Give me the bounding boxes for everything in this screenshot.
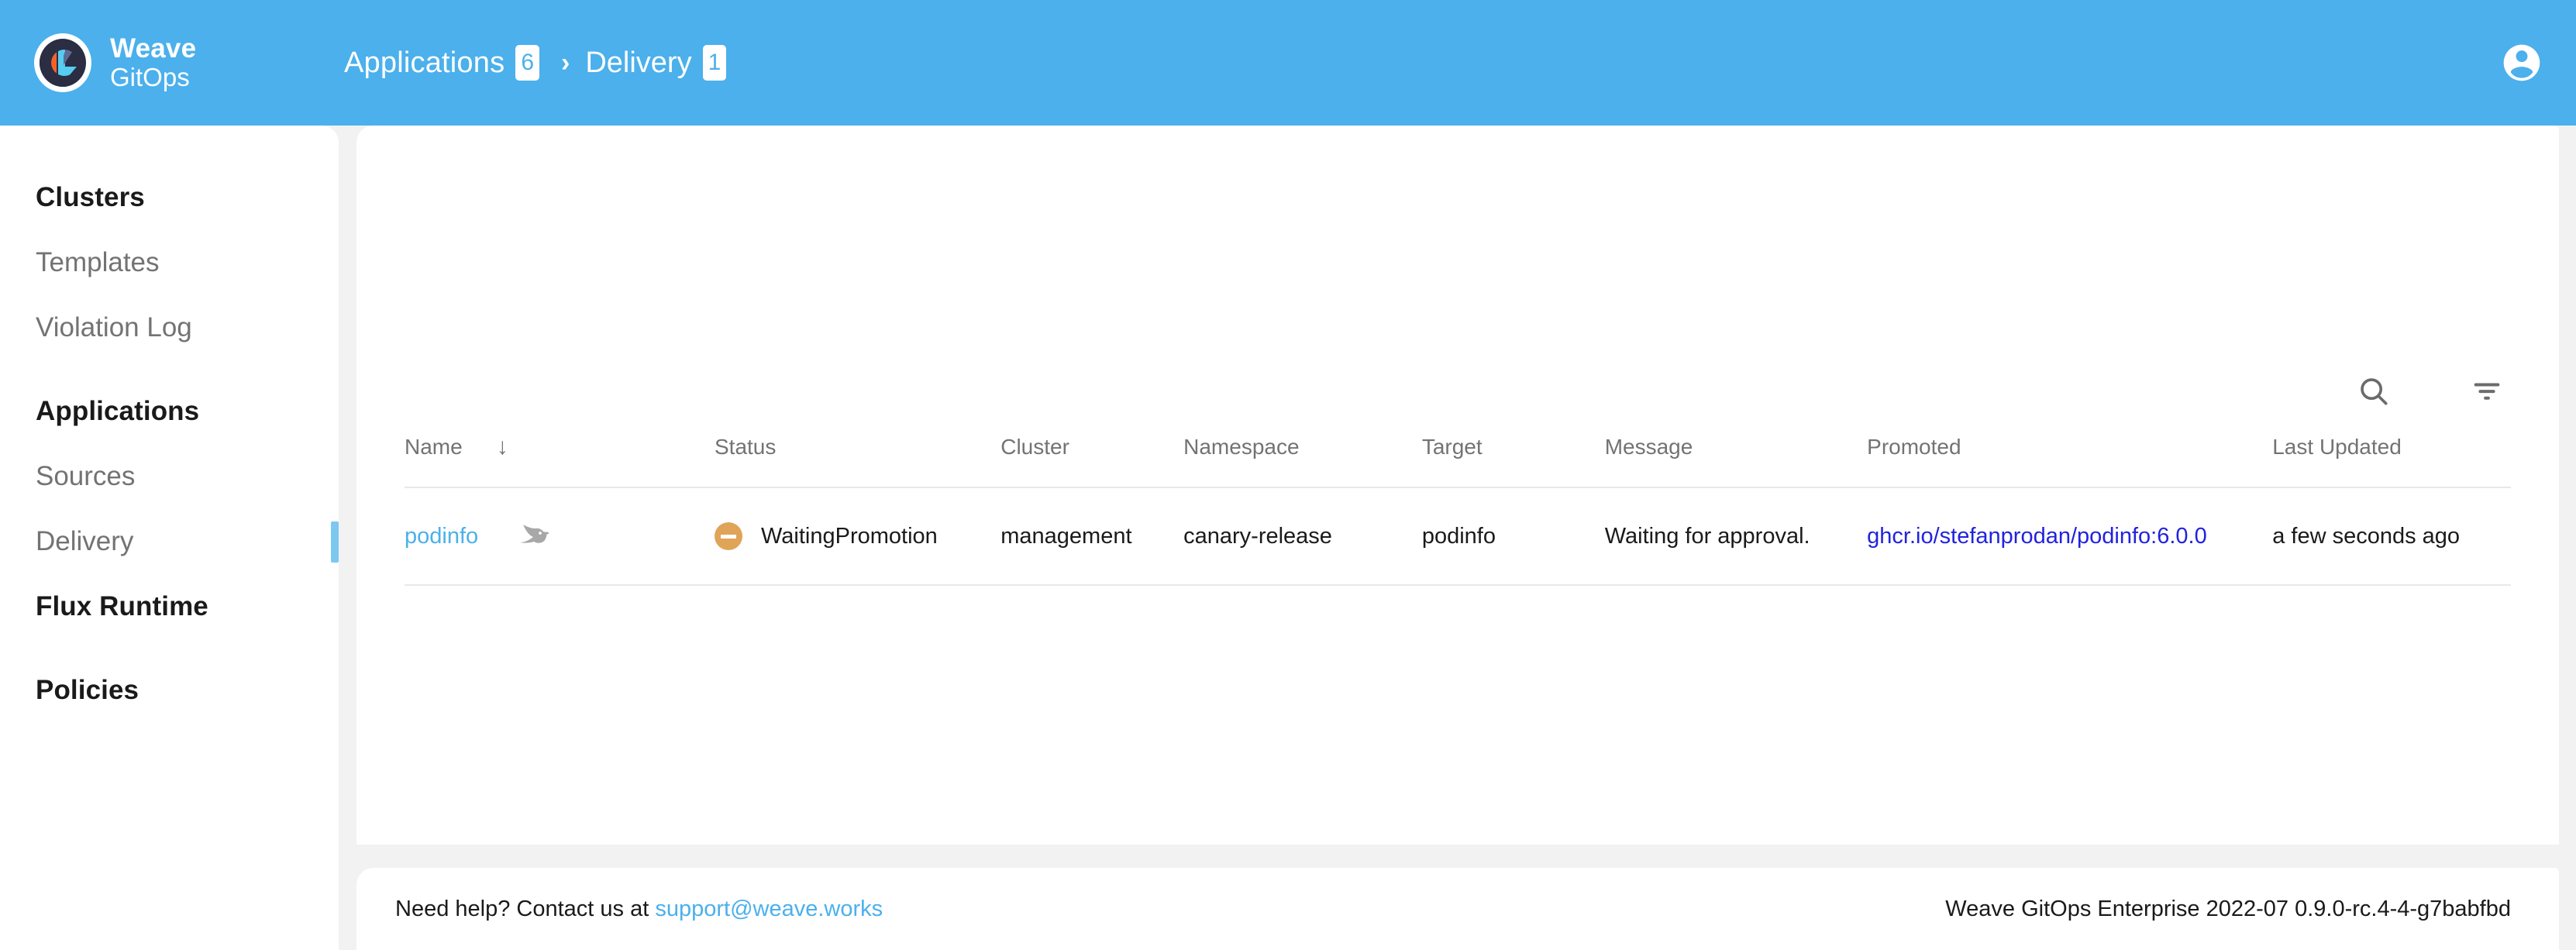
sidebar-item-label: Flux Runtime xyxy=(36,591,208,621)
sidebar-item-delivery[interactable]: Delivery xyxy=(0,518,339,566)
column-header-promoted[interactable]: Promoted xyxy=(1867,434,2272,487)
column-header-namespace[interactable]: Namespace xyxy=(1183,434,1422,487)
brand-name-line2: GitOps xyxy=(110,63,190,92)
cell-status: WaitingPromotion xyxy=(715,487,1001,586)
cell-promoted: ghcr.io/stefanprodan/podinfo:6.0.0 xyxy=(1867,487,2273,586)
cell-cluster: management xyxy=(1000,487,1184,586)
breadcrumb-count-applications: 6 xyxy=(515,45,539,81)
sidebar-item-label: Applications xyxy=(36,396,200,426)
cell-message: Waiting for approval. xyxy=(1604,487,1868,586)
sort-descending-icon[interactable]: ↓ xyxy=(497,434,508,460)
account-circle-icon[interactable] xyxy=(2500,41,2543,84)
flagger-bird-icon xyxy=(512,521,550,552)
brand-logo[interactable]: Weave GitOps xyxy=(33,33,335,93)
sidebar-item-applications[interactable]: Applications xyxy=(0,387,339,435)
sidebar-item-policies[interactable]: Policies xyxy=(0,666,339,714)
sidebar-item-label: Templates xyxy=(36,247,160,277)
main-content-panel: Name ↓ Status Cluster Namespace Target M… xyxy=(356,126,2559,845)
search-icon[interactable] xyxy=(2356,373,2392,409)
column-header-message[interactable]: Message xyxy=(1605,434,1867,487)
filter-list-icon[interactable] xyxy=(2469,373,2505,409)
chevron-right-icon: › xyxy=(561,48,570,77)
minus-circle-icon xyxy=(715,522,742,550)
app-header: Weave GitOps Applications 6 › Delivery 1 xyxy=(0,0,2576,126)
breadcrumb: Applications 6 › Delivery 1 xyxy=(344,45,727,81)
sidebar-item-clusters[interactable]: Clusters xyxy=(0,174,339,222)
table-toolbar xyxy=(2356,373,2505,409)
column-header-last-updated[interactable]: Last Updated xyxy=(2272,434,2511,487)
sidebar-item-label: Violation Log xyxy=(36,312,192,342)
sidebar-active-indicator xyxy=(331,521,339,563)
column-header-name[interactable]: Name ↓ xyxy=(405,434,715,487)
brand-name-line1: Weave xyxy=(110,33,197,64)
footer-help-text: Need help? Contact us at support@weave.w… xyxy=(395,897,883,922)
sidebar-item-violation-log[interactable]: Violation Log xyxy=(0,304,339,352)
sidebar-item-sources[interactable]: Sources xyxy=(0,453,339,501)
sidebar-item-label: Sources xyxy=(36,461,136,491)
sidebar-item-label: Policies xyxy=(36,675,139,705)
sidebar-item-label: Clusters xyxy=(36,182,145,212)
sidebar-item-templates[interactable]: Templates xyxy=(0,239,339,287)
support-email-link[interactable]: support@weave.works xyxy=(655,897,883,921)
cell-namespace: canary-release xyxy=(1183,487,1422,586)
breadcrumb-link-applications[interactable]: Applications xyxy=(344,46,505,80)
sidebar-item-label: Delivery xyxy=(36,526,134,556)
panel-gap xyxy=(339,126,356,950)
sidebar-nav: Clusters Templates Violation Log Applica… xyxy=(0,126,339,950)
column-header-name-label: Name xyxy=(405,435,463,459)
delivery-table: Name ↓ Status Cluster Namespace Target M… xyxy=(405,434,2511,586)
column-header-status[interactable]: Status xyxy=(715,434,1000,487)
sidebar-item-flux-runtime[interactable]: Flux Runtime xyxy=(0,583,339,631)
cell-last-updated: a few seconds ago xyxy=(2272,487,2511,586)
weave-gitops-logo-icon xyxy=(33,33,93,93)
cell-name: podinfo xyxy=(405,487,715,586)
column-header-cluster[interactable]: Cluster xyxy=(1000,434,1183,487)
canary-name-link[interactable]: podinfo xyxy=(405,524,478,549)
breadcrumb-count-delivery: 1 xyxy=(702,45,727,81)
table-row[interactable]: podinfo WaitingPromotion management cana… xyxy=(405,487,2511,586)
table-header-row: Name ↓ Status Cluster Namespace Target M… xyxy=(405,434,2511,487)
app-footer: Need help? Contact us at support@weave.w… xyxy=(356,868,2559,950)
footer-version: Weave GitOps Enterprise 2022-07 0.9.0-rc… xyxy=(1945,896,2511,921)
column-header-target[interactable]: Target xyxy=(1422,434,1605,487)
status-badge: WaitingPromotion xyxy=(761,523,938,549)
breadcrumb-current-delivery[interactable]: Delivery xyxy=(585,46,691,80)
promoted-image-link[interactable]: ghcr.io/stefanprodan/podinfo:6.0.0 xyxy=(1867,524,2207,549)
cell-target: podinfo xyxy=(1421,487,1605,586)
footer-help-prefix: Need help? Contact us at xyxy=(395,896,649,921)
